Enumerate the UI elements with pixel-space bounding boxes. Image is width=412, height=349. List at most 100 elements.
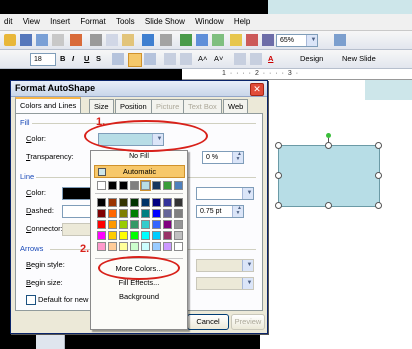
- color-swatch[interactable]: [174, 220, 183, 229]
- hyperlink-icon[interactable]: [212, 34, 224, 46]
- color-swatch[interactable]: [108, 181, 117, 190]
- new-slide-button[interactable]: New Slide: [342, 54, 376, 63]
- color-grayscale-icon[interactable]: [262, 34, 274, 46]
- color-swatch[interactable]: [130, 231, 139, 240]
- bold-icon[interactable]: B: [60, 54, 65, 63]
- background-option[interactable]: Background: [93, 291, 185, 303]
- design-button[interactable]: Design: [300, 54, 323, 63]
- color-swatch[interactable]: [140, 180, 151, 191]
- resize-handle-top[interactable]: [325, 142, 332, 149]
- undo-icon[interactable]: [142, 34, 154, 46]
- tab-size[interactable]: Size: [89, 99, 114, 113]
- tab-position[interactable]: Position: [115, 99, 152, 113]
- resize-handle-left[interactable]: [275, 172, 282, 179]
- cancel-button[interactable]: Cancel: [187, 314, 229, 330]
- grid-icon[interactable]: [246, 34, 258, 46]
- print-icon[interactable]: [36, 34, 48, 46]
- help-icon[interactable]: [334, 34, 346, 46]
- default-checkbox[interactable]: [26, 295, 36, 305]
- color-swatch[interactable]: [97, 231, 106, 240]
- color-swatch[interactable]: [130, 198, 139, 207]
- color-swatch[interactable]: [108, 198, 117, 207]
- color-swatch[interactable]: [119, 242, 128, 251]
- color-swatch[interactable]: [108, 231, 117, 240]
- cut-icon[interactable]: [90, 34, 102, 46]
- redo-icon[interactable]: [160, 34, 172, 46]
- resize-handle-top-left[interactable]: [275, 142, 282, 149]
- align-center-icon[interactable]: [128, 53, 142, 67]
- menu-format[interactable]: Format: [76, 14, 109, 30]
- font-grow-icon[interactable]: A˄: [198, 54, 207, 63]
- color-swatch[interactable]: [119, 181, 128, 190]
- color-swatch[interactable]: [108, 220, 117, 229]
- color-swatch[interactable]: [130, 181, 139, 190]
- underline-icon[interactable]: U: [84, 54, 89, 63]
- resize-handle-bottom[interactable]: [325, 202, 332, 209]
- numbering-icon[interactable]: [164, 53, 176, 65]
- menu-slide-show[interactable]: Slide Show: [141, 14, 189, 30]
- color-swatch[interactable]: [163, 209, 172, 218]
- color-swatch[interactable]: [152, 209, 161, 218]
- spinner-icon[interactable]: ▲ ▼: [232, 206, 243, 217]
- color-swatch[interactable]: [119, 220, 128, 229]
- color-swatch[interactable]: [97, 242, 106, 251]
- shadow-icon[interactable]: S: [96, 54, 101, 63]
- color-swatch[interactable]: [174, 181, 183, 190]
- spinner-icon[interactable]: ▲ ▼: [232, 152, 243, 163]
- resize-handle-top-right[interactable]: [375, 142, 382, 149]
- menu-view[interactable]: View: [19, 14, 44, 30]
- color-swatch[interactable]: [141, 220, 150, 229]
- color-swatch[interactable]: [174, 209, 183, 218]
- resize-handle-right[interactable]: [375, 172, 382, 179]
- tab-web[interactable]: Web: [223, 99, 249, 113]
- color-swatch[interactable]: [97, 198, 106, 207]
- resize-handle-bottom-left[interactable]: [275, 202, 282, 209]
- chevron-down-icon[interactable]: ▼: [306, 35, 317, 46]
- color-swatch[interactable]: [119, 209, 128, 218]
- chevron-down-icon[interactable]: ▼: [242, 188, 253, 199]
- selected-rectangle-shape[interactable]: [278, 145, 380, 207]
- chart-icon[interactable]: [180, 34, 192, 46]
- save-icon[interactable]: [20, 34, 32, 46]
- color-swatch[interactable]: [163, 242, 172, 251]
- menu-insert[interactable]: Insert: [46, 14, 74, 30]
- color-swatch[interactable]: [174, 198, 183, 207]
- color-swatch[interactable]: [174, 242, 183, 251]
- color-swatch[interactable]: [163, 181, 172, 190]
- color-swatch[interactable]: [163, 231, 172, 240]
- color-swatch[interactable]: [141, 242, 150, 251]
- color-swatch[interactable]: [97, 209, 106, 218]
- color-swatch[interactable]: [130, 242, 139, 251]
- menu-tools[interactable]: Tools: [112, 14, 139, 30]
- color-swatch[interactable]: [152, 242, 161, 251]
- align-right-icon[interactable]: [144, 53, 156, 65]
- color-swatch[interactable]: [108, 242, 117, 251]
- close-icon[interactable]: ✕: [250, 83, 264, 96]
- color-swatch[interactable]: [141, 209, 150, 218]
- increase-indent-icon[interactable]: [250, 53, 262, 65]
- italic-icon[interactable]: I: [72, 54, 74, 63]
- transparency-input[interactable]: 0 % ▲ ▼: [202, 151, 244, 164]
- menu-window[interactable]: Window: [191, 14, 227, 30]
- slide-canvas[interactable]: [260, 80, 412, 349]
- line-weight-input[interactable]: 0.75 pt ▲ ▼: [196, 205, 244, 218]
- color-swatch[interactable]: [130, 220, 139, 229]
- bullets-icon[interactable]: [180, 53, 192, 65]
- preview-icon[interactable]: [52, 34, 64, 46]
- color-swatch[interactable]: [141, 198, 150, 207]
- color-swatch[interactable]: [119, 231, 128, 240]
- zoom-box[interactable]: 65% ▼: [276, 34, 318, 47]
- color-swatch[interactable]: [152, 198, 161, 207]
- font-color-icon[interactable]: A: [268, 54, 273, 63]
- align-left-icon[interactable]: [112, 53, 124, 65]
- line-style-dropdown[interactable]: ▼: [196, 187, 254, 200]
- color-swatch[interactable]: [152, 220, 161, 229]
- paste-icon[interactable]: [122, 34, 134, 46]
- color-swatch[interactable]: [141, 231, 150, 240]
- menu-edit[interactable]: dit: [0, 14, 16, 30]
- color-swatch[interactable]: [174, 231, 183, 240]
- color-swatch[interactable]: [97, 220, 106, 229]
- spelling-icon[interactable]: [70, 34, 82, 46]
- color-swatch[interactable]: [152, 181, 161, 190]
- color-swatch[interactable]: [152, 231, 161, 240]
